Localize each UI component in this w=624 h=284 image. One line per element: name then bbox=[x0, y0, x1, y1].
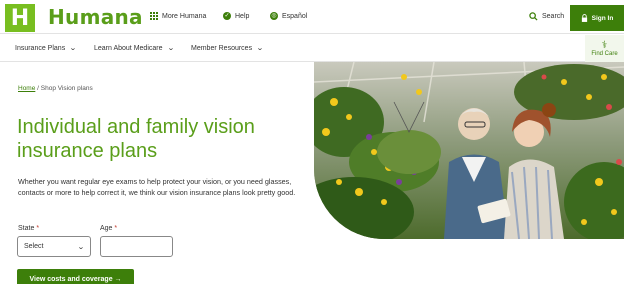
more-humana-label: More Humana bbox=[162, 12, 207, 20]
hero-illustration bbox=[314, 62, 624, 239]
search-icon bbox=[529, 12, 538, 21]
search-label: Search bbox=[542, 13, 565, 20]
intro-paragraph: Whether you want regular eye exams to he… bbox=[18, 177, 296, 197]
find-care-button[interactable]: ⚕ Find Care bbox=[585, 35, 624, 62]
grid-icon bbox=[150, 12, 158, 20]
age-label-text: Age bbox=[100, 225, 113, 232]
required-asterisk: * bbox=[114, 225, 118, 232]
age-input[interactable] bbox=[100, 236, 173, 257]
breadcrumb-separator: / bbox=[37, 85, 39, 92]
humana-logo-text[interactable]: Humana bbox=[48, 5, 143, 29]
chevron-down-icon: ⌄ bbox=[166, 45, 175, 52]
find-care-label: Find Care bbox=[591, 50, 618, 57]
logo-mark-letter: H bbox=[10, 5, 30, 31]
breadcrumb-current: Shop Vision plans bbox=[40, 85, 93, 92]
chevron-down-icon: ⌄ bbox=[256, 45, 264, 52]
help-label: Help bbox=[235, 12, 250, 20]
chevron-down-icon: ⌄ bbox=[77, 243, 85, 251]
hero-photo-greenhouse bbox=[314, 62, 624, 239]
state-field-label: State * bbox=[18, 225, 39, 232]
state-select-value: Select bbox=[24, 243, 44, 250]
view-costs-button[interactable]: View costs and coverage → bbox=[17, 269, 134, 284]
stethoscope-icon: ⚕ bbox=[601, 39, 608, 51]
nav-item-label: Learn About Medicare bbox=[94, 44, 163, 52]
help-icon: ✓ bbox=[223, 12, 231, 20]
state-label-text: State bbox=[18, 225, 35, 232]
humana-logo-mark[interactable]: H bbox=[5, 4, 35, 32]
more-humana-link[interactable]: More Humana bbox=[150, 12, 206, 20]
language-link[interactable]: ◎ Español bbox=[270, 12, 307, 20]
search-link[interactable]: Search bbox=[529, 12, 564, 21]
breadcrumb-home-link[interactable]: Home bbox=[18, 85, 35, 92]
lock-icon bbox=[581, 14, 587, 22]
nav-insurance-plans[interactable]: Insurance Plans ⌄ bbox=[15, 44, 77, 53]
page-title: Individual and family vision insurance p… bbox=[17, 116, 255, 162]
language-label: Español bbox=[282, 12, 308, 20]
help-link[interactable]: ✓ Help bbox=[223, 12, 249, 20]
nav-item-label: Member Resources bbox=[191, 44, 253, 52]
main-nav: Insurance Plans ⌄ Learn About Medicare ⌄… bbox=[0, 34, 624, 62]
nav-item-label: Insurance Plans bbox=[15, 44, 66, 52]
globe-icon: ◎ bbox=[270, 12, 278, 20]
top-header: H Humana More Humana ✓ Help ◎ Español Se… bbox=[0, 0, 624, 34]
sign-in-label: Sign In bbox=[591, 14, 614, 22]
sign-in-button[interactable]: Sign In bbox=[570, 5, 624, 31]
age-field-label: Age * bbox=[100, 225, 117, 232]
chevron-down-icon: ⌄ bbox=[69, 45, 77, 52]
nav-member-resources[interactable]: Member Resources ⌄ bbox=[191, 44, 264, 53]
breadcrumb: Home / Shop Vision plans bbox=[18, 85, 93, 92]
nav-learn-about-medicare[interactable]: Learn About Medicare ⌄ bbox=[94, 44, 175, 53]
required-asterisk: * bbox=[36, 225, 40, 232]
state-select[interactable]: Select ⌄ bbox=[17, 236, 91, 257]
